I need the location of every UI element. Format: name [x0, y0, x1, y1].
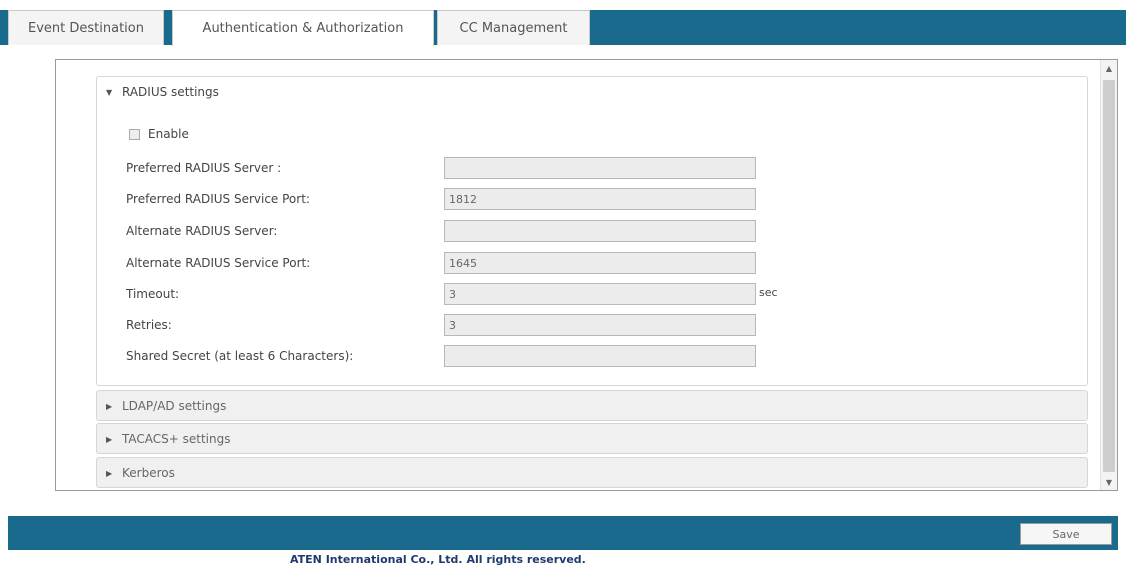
tacacs-settings-panel[interactable]: ▶ TACACS+ settings — [96, 423, 1088, 454]
tab-authentication-authorization[interactable]: Authentication & Authorization — [172, 10, 434, 46]
kerberos-panel[interactable]: ▶ Kerberos — [96, 457, 1088, 488]
ldap-ad-settings-title: LDAP/AD settings — [122, 399, 227, 413]
tab-cc-management[interactable]: CC Management — [437, 10, 590, 45]
scroll-up-arrow-icon[interactable]: ▲ — [1101, 60, 1117, 76]
triangle-right-icon: ▶ — [106, 434, 113, 444]
triangle-right-icon: ▶ — [106, 468, 113, 478]
enable-checkbox[interactable] — [129, 128, 140, 140]
preferred-radius-port-input[interactable] — [444, 188, 756, 210]
ldap-ad-settings-header[interactable]: ▶ LDAP/AD settings — [106, 399, 226, 413]
alternate-radius-server-label: Alternate RADIUS Server: — [126, 224, 278, 238]
alternate-radius-port-input[interactable] — [444, 252, 756, 274]
triangle-right-icon: ▶ — [106, 401, 113, 411]
retries-label: Retries: — [126, 318, 172, 332]
timeout-input[interactable] — [444, 283, 756, 305]
radius-settings-title: RADIUS settings — [122, 85, 219, 99]
alternate-radius-server-input[interactable] — [444, 220, 756, 242]
triangle-down-icon: ▼ — [106, 87, 113, 97]
timeout-unit-label: sec — [759, 286, 778, 299]
enable-row: Enable — [129, 127, 189, 141]
preferred-radius-server-input[interactable] — [444, 157, 756, 179]
timeout-label: Timeout: — [126, 287, 180, 301]
kerberos-header[interactable]: ▶ Kerberos — [106, 466, 175, 480]
tab-bar: Event Destination Authentication & Autho… — [0, 0, 1126, 46]
preferred-radius-port-label: Preferred RADIUS Service Port: — [126, 192, 310, 206]
tacacs-settings-title: TACACS+ settings — [122, 432, 231, 446]
kerberos-title: Kerberos — [122, 466, 175, 480]
shared-secret-input[interactable] — [444, 345, 756, 367]
shared-secret-label: Shared Secret (at least 6 Characters): — [126, 349, 354, 363]
scroll-down-arrow-icon[interactable]: ▼ — [1101, 474, 1117, 490]
preferred-radius-server-label: Preferred RADIUS Server : — [126, 161, 282, 175]
ldap-ad-settings-panel[interactable]: ▶ LDAP/AD settings — [96, 390, 1088, 421]
enable-label: Enable — [148, 127, 189, 141]
settings-content-frame: ▼ RADIUS settings Enable Preferred RADIU… — [55, 59, 1118, 491]
footer-bar: Save — [8, 516, 1118, 550]
radius-settings-panel: ▼ RADIUS settings Enable Preferred RADIU… — [96, 76, 1088, 386]
radius-settings-header[interactable]: ▼ RADIUS settings — [106, 85, 219, 99]
retries-input[interactable] — [444, 314, 756, 336]
alternate-radius-port-label: Alternate RADIUS Service Port: — [126, 256, 311, 270]
tab-event-destination[interactable]: Event Destination — [8, 10, 164, 45]
tacacs-settings-header[interactable]: ▶ TACACS+ settings — [106, 432, 231, 446]
copyright-text: ATEN International Co., Ltd. All rights … — [290, 553, 586, 566]
save-button[interactable]: Save — [1020, 523, 1112, 545]
vertical-scrollbar[interactable]: ▲ ▼ — [1100, 60, 1117, 490]
scrollbar-thumb[interactable] — [1103, 80, 1115, 472]
